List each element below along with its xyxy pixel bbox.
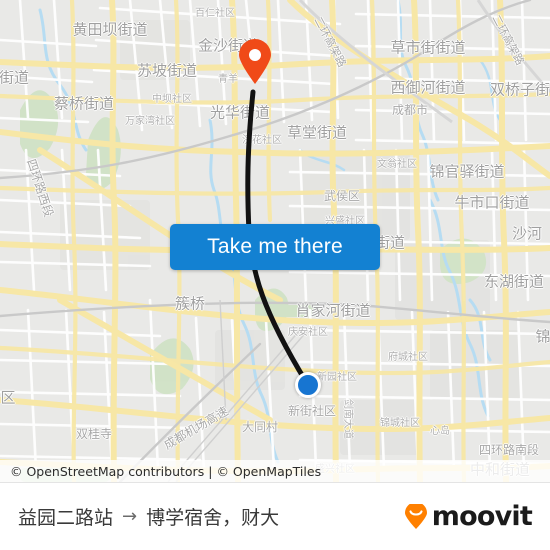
bottom-bar: 益园二路站 → 博学宿舍，财大 moovit xyxy=(0,482,550,550)
map-canvas[interactable]: .rw { stroke:#ffffff; fill:none; stroke-… xyxy=(0,0,550,482)
trip-arrow-icon: → xyxy=(122,506,138,527)
attribution-separator: | xyxy=(208,463,213,479)
destination-marker-dot[interactable] xyxy=(295,372,321,398)
trip-summary: 益园二路站 → 博学宿舍，财大 xyxy=(18,503,279,530)
map-pin-icon xyxy=(239,39,271,84)
take-me-there-button[interactable]: Take me there xyxy=(170,224,380,270)
moovit-logo[interactable]: moovit xyxy=(403,501,533,532)
moovit-wordmark: moovit xyxy=(431,501,533,532)
osm-attribution-link[interactable]: © OpenStreetMap contributors xyxy=(10,464,204,479)
origin-marker-pin[interactable] xyxy=(238,39,272,85)
moovit-trip-map-screen: .rw { stroke:#ffffff; fill:none; stroke-… xyxy=(0,0,550,550)
take-me-there-label: Take me there xyxy=(207,235,343,258)
trip-origin-label: 益园二路站 xyxy=(18,507,114,529)
moovit-pin-icon xyxy=(404,503,427,529)
trip-destination-label: 博学宿舍，财大 xyxy=(146,507,280,529)
openmaptiles-attribution-link[interactable]: © OpenMapTiles xyxy=(216,464,321,479)
map-attribution-bar: © OpenStreetMap contributors | © OpenMap… xyxy=(0,460,550,482)
